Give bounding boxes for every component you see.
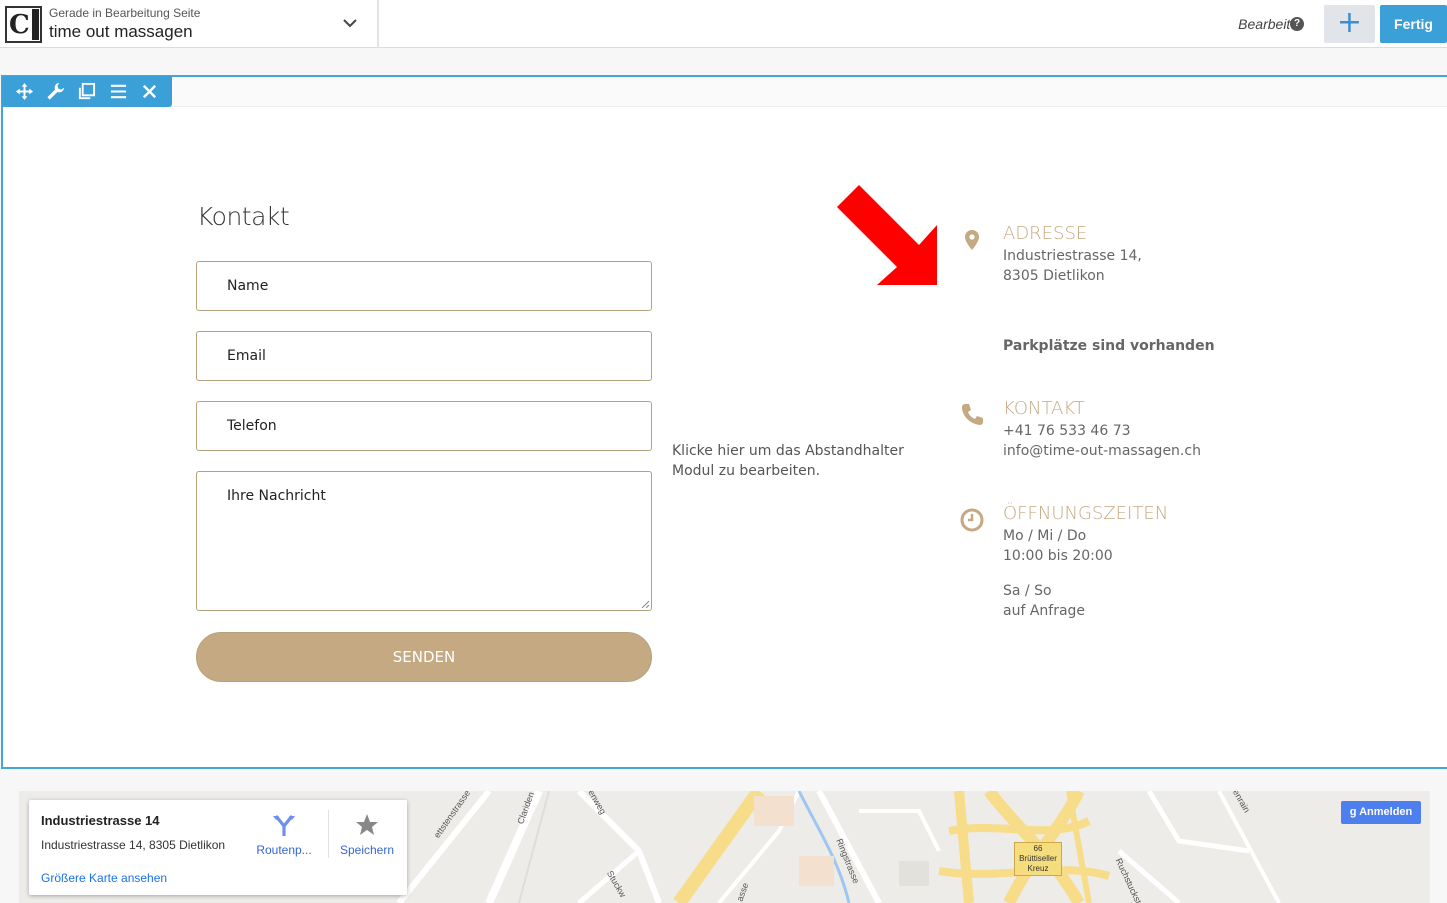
place-address: Industriestrasse 14, 8305 Dietlikon <box>41 838 226 852</box>
site-logo: C <box>5 6 42 43</box>
directions-icon <box>273 815 295 836</box>
location-pin-icon <box>965 230 979 250</box>
logo-letter: C <box>9 10 30 40</box>
wrench-icon[interactable] <box>46 82 65 101</box>
contact-phone: +41 76 533 46 73 <box>1003 423 1131 439</box>
star-icon <box>356 814 378 835</box>
resize-grip-icon[interactable] <box>641 600 649 608</box>
editor-topbar: C Gerade in Bearbeitung Seite time out m… <box>0 0 1447 48</box>
card-divider <box>328 810 329 858</box>
module-header <box>3 77 1447 107</box>
hours-time-1: 10:00 bis 20:00 <box>1003 548 1113 564</box>
google-icon: g <box>1349 806 1360 818</box>
module-toolbar <box>2 76 172 107</box>
save-place-button[interactable]: Speichern <box>332 812 402 858</box>
chevron-down-icon[interactable] <box>341 14 359 32</box>
row-module[interactable]: Kontakt Name Email Telefon Ihre Nachrich… <box>1 75 1447 769</box>
hours-days-1: Mo / Mi / Do <box>1003 528 1087 544</box>
email-input[interactable]: Email <box>196 331 652 381</box>
close-icon[interactable] <box>140 82 159 101</box>
map-signin-button[interactable]: g Anmelden <box>1341 801 1421 824</box>
phone-input[interactable]: Telefon <box>196 401 652 451</box>
phone-icon <box>962 404 983 425</box>
move-icon[interactable] <box>15 82 34 101</box>
contact-email: info@time-out-massagen.ch <box>1003 443 1201 459</box>
help-icon[interactable]: ? <box>1290 17 1304 31</box>
larger-map-link[interactable]: Größere Karte ansehen <box>41 870 167 886</box>
message-textarea[interactable]: Ihre Nachricht <box>196 471 652 611</box>
hours-days-2: Sa / So <box>1003 583 1052 599</box>
junction-number: 66 <box>1033 844 1043 853</box>
directions-label: Routenp... <box>256 843 312 857</box>
address-heading: ADRESSE <box>1003 223 1088 244</box>
signin-label: Anmelden <box>1359 806 1413 818</box>
done-button[interactable]: Fertig <box>1380 5 1447 43</box>
contact-info-heading: KONTAKT <box>1003 398 1085 419</box>
contact-heading: Kontakt <box>197 202 290 231</box>
address-line-2: 8305 Dietlikon <box>1003 268 1105 284</box>
name-input[interactable]: Name <box>196 261 652 311</box>
hours-heading: ÖFFNUNGSZEITEN <box>1003 503 1169 524</box>
hours-time-2: auf Anfrage <box>1003 603 1086 619</box>
menu-icon[interactable] <box>109 82 128 101</box>
clock-icon <box>960 508 984 532</box>
page-selector-title: time out massagen <box>49 22 193 41</box>
address-line-1: Industriestrasse 14, <box>1003 248 1142 264</box>
directions-button[interactable]: Routenp... <box>249 812 319 858</box>
add-content-button[interactable]: + <box>1324 5 1375 43</box>
spacer-module-hint[interactable]: Klicke hier um das Abstandhalter Modul z… <box>672 441 912 481</box>
junction-name-2: Kreuz <box>1027 864 1049 873</box>
message-placeholder: Ihre Nachricht <box>227 488 326 504</box>
page-selector[interactable]: C Gerade in Bearbeitung Seite time out m… <box>0 0 379 48</box>
map-place-card: Industriestrasse 14 Industriestrasse 14,… <box>29 800 407 895</box>
logo-bar <box>32 9 39 40</box>
save-place-label: Speichern <box>339 843 395 857</box>
submit-button[interactable]: SENDEN <box>196 632 652 682</box>
place-title: Industriestrasse 14 <box>41 813 160 828</box>
duplicate-icon[interactable] <box>77 82 96 101</box>
junction-name-1: Brüttiseller <box>1019 854 1057 863</box>
page-selector-caption: Gerade in Bearbeitung Seite <box>49 6 201 20</box>
annotation-arrow-icon <box>837 185 937 285</box>
parking-note: Parkplätze sind vorhanden <box>1003 338 1215 354</box>
motorway-junction-label: 66 Brüttiseller Kreuz <box>1014 842 1062 876</box>
